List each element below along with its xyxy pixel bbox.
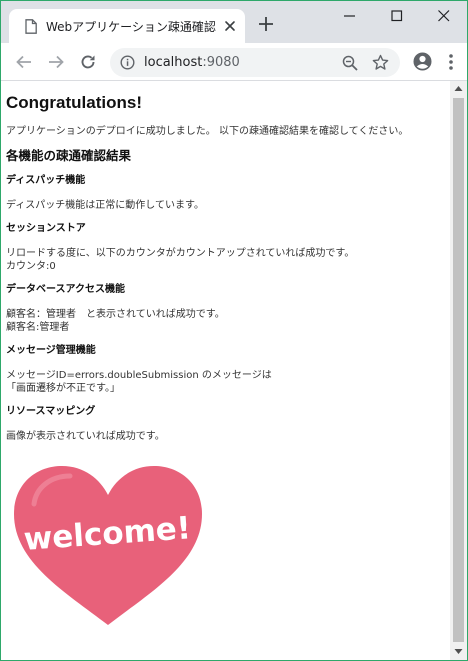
browser-tab[interactable]: Webアプリケーション疎通確認 xyxy=(9,9,245,43)
star-icon[interactable] xyxy=(372,54,389,71)
close-icon[interactable] xyxy=(223,19,237,33)
section-line: 顧客名：管理者 と表示されていれば成功です。 xyxy=(6,309,225,320)
kebab-menu-icon[interactable] xyxy=(448,53,454,71)
vertical-scrollbar[interactable] xyxy=(450,81,467,660)
page-viewport: Congratulations! アプリケーションのデプロイに成功しました。 以… xyxy=(1,81,450,660)
reload-icon[interactable] xyxy=(79,53,97,71)
section-title-session: セッションストア xyxy=(6,223,86,234)
section-line: メッセージID=errors.doubleSubmission のメッセージは xyxy=(6,370,272,381)
welcome-image: welcome! xyxy=(10,462,206,627)
section-title-message: メッセージ管理機能 xyxy=(6,345,96,356)
url-port: :9080 xyxy=(202,55,240,70)
section-line: ディスパッチ機能は正常に動作しています。 xyxy=(6,200,204,211)
customer-name: 顧客名:管理者 xyxy=(6,322,70,333)
results-heading: 各機能の疎通確認結果 xyxy=(6,149,132,163)
section-line: リロードする度に、以下のカウンタがカウントアップされていれば成功です。 xyxy=(6,248,355,259)
heart-icon: welcome! xyxy=(14,466,202,625)
info-icon[interactable] xyxy=(120,55,135,70)
section-text-message: メッセージID=errors.doubleSubmission のメッセージは「… xyxy=(6,369,450,395)
section-line: 画像が表示されていれば成功です。 xyxy=(6,431,165,442)
counter-value: カウンタ:0 xyxy=(6,261,56,272)
section-title-database: データベースアクセス機能 xyxy=(6,284,125,295)
plus-icon[interactable] xyxy=(257,15,275,33)
section-text-database: 顧客名：管理者 と表示されていれば成功です。 顧客名:管理者 xyxy=(6,308,450,334)
maximize-icon xyxy=(391,10,403,22)
browser-window: Webアプリケーション疎通確認 localhost:9080 Congratul… xyxy=(0,0,468,661)
minimize-icon xyxy=(344,15,355,17)
close-window-icon xyxy=(438,10,450,22)
section-title-dispatch: ディスパッチ機能 xyxy=(6,175,86,186)
url-text[interactable]: localhost:9080 xyxy=(144,55,240,70)
scrollbar-thumb[interactable] xyxy=(453,98,464,642)
url-host: localhost xyxy=(144,55,203,70)
scroll-up-arrow-icon[interactable] xyxy=(454,85,463,92)
message-value: 「画面遷移が不正です。」 xyxy=(6,383,120,394)
minimize-button[interactable] xyxy=(327,5,373,27)
forward-arrow-icon[interactable] xyxy=(47,53,65,71)
document-icon xyxy=(25,19,37,34)
tab-strip: Webアプリケーション疎通確認 xyxy=(1,1,467,43)
page-title: Congratulations! xyxy=(6,93,142,112)
section-text-dispatch: ディスパッチ機能は正常に動作しています。 xyxy=(6,199,450,212)
account-icon[interactable] xyxy=(413,52,432,71)
back-arrow-icon[interactable] xyxy=(15,53,33,71)
intro-text: アプリケーションのデプロイに成功しました。 以下の疎通確認結果を確認してください… xyxy=(6,126,409,137)
browser-toolbar: localhost:9080 xyxy=(1,43,467,81)
section-text-session: リロードする度に、以下のカウンタがカウントアップされていれば成功です。 カウンタ:… xyxy=(6,247,450,273)
tab-title: Webアプリケーション疎通確認 xyxy=(46,20,216,34)
section-text-resource: 画像が表示されていれば成功です。 xyxy=(6,430,450,443)
address-bar[interactable]: localhost:9080 xyxy=(110,48,400,77)
section-title-resource: リソースマッピング xyxy=(6,406,96,417)
zoom-out-icon[interactable] xyxy=(342,55,358,71)
maximize-button[interactable] xyxy=(374,5,420,27)
scroll-down-arrow-icon[interactable] xyxy=(454,648,463,655)
page-content: Congratulations! アプリケーションのデプロイに成功しました。 以… xyxy=(1,93,450,627)
close-window-button[interactable] xyxy=(421,5,467,27)
